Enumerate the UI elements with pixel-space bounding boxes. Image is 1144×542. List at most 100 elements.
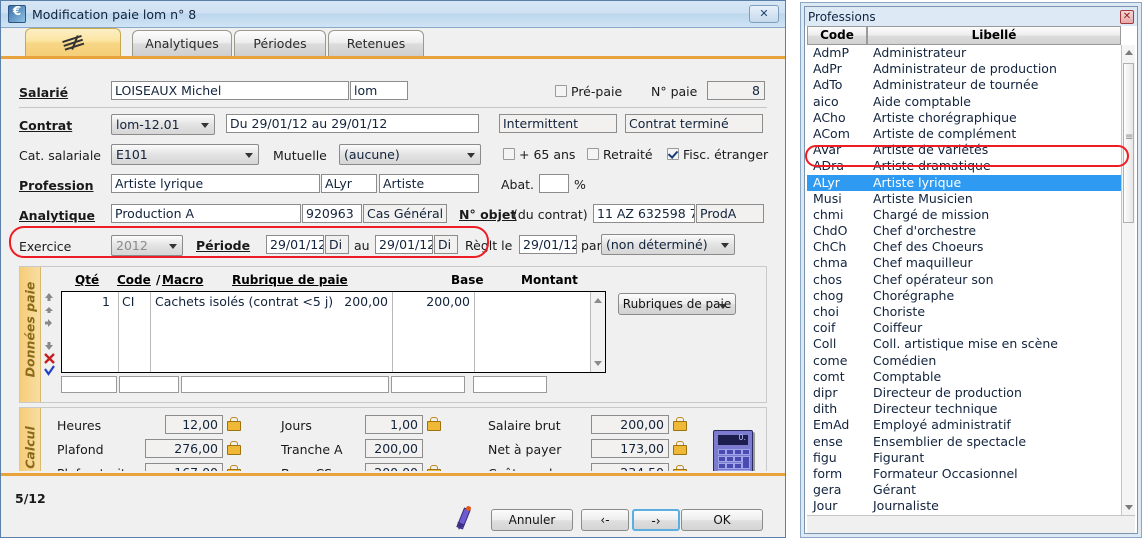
fisc-etranger-checkbox[interactable] [667,148,679,160]
arrow-up-small-icon[interactable] [43,305,55,315]
list-item[interactable]: dith Directeur technique [807,401,1135,417]
list-item-label: Artiste chorégraphique [873,109,1017,125]
entry-montant-input[interactable] [473,376,547,393]
arrow-right-small-icon[interactable] [43,318,55,328]
mutuelle-select[interactable]: (aucune) [339,144,481,165]
no-paie-input[interactable]: 8 [707,81,765,100]
list-item[interactable]: aico Aide comptable [807,94,1135,110]
arrow-down-icon[interactable] [43,341,55,351]
list-item[interactable]: ALyr Artiste lyrique [807,174,1135,191]
list-item[interactable]: AVar Artiste de variétés [807,142,1135,158]
delete-icon[interactable] [43,353,55,364]
list-item[interactable]: choi Choriste [807,304,1135,320]
retraite-checkbox[interactable] [587,148,599,160]
list-item[interactable]: ChCh Chef des Choeurs [807,239,1135,255]
salaire-brut-label: Salaire brut [488,418,561,433]
rubriques-de-paie-button[interactable]: Rubriques de paie [618,293,736,315]
professions-scrollbar[interactable] [1121,45,1135,515]
professions-list[interactable]: AdmP Administrateur AdPr Administrateur de … [807,45,1135,515]
tab-analytiques[interactable]: Analytiques [132,30,232,56]
prepaie-checkbox[interactable] [555,85,567,97]
periode-au-input[interactable]: 29/01/12 [375,235,433,254]
entry-code-input[interactable] [119,376,179,393]
list-item[interactable]: ACom Artiste de complément [807,126,1135,142]
tranche-a-value: 200,00 [365,439,423,458]
list-item[interactable]: come Comédien [807,353,1135,369]
list-item[interactable]: AdmP Administrateur [807,45,1135,61]
salarie-input[interactable]: LOISEAUX Michel [111,81,349,100]
list-item[interactable]: gera Gérant [807,482,1135,498]
objet-label: N° objet [459,207,517,222]
cat-salariale-select[interactable]: E101 [111,144,259,165]
analytique-code-input[interactable]: 920963 [302,204,362,223]
scroll-down-icon[interactable] [594,361,602,366]
tab-analytiques-label: Analytiques [145,36,219,51]
pay-slip-icon [60,35,86,51]
periode-du-input[interactable]: 29/01/12 [266,235,324,254]
list-item[interactable]: chmi Chargé de mission [807,207,1135,223]
lock-icon [427,417,441,431]
previous-button[interactable]: ‹- [581,509,629,531]
scroll-up-icon[interactable] [1125,50,1133,55]
grid-scrollbar[interactable] [590,292,605,372]
header-code[interactable]: Code [807,26,867,45]
list-item[interactable]: Musi Artiste Musicien [807,191,1135,207]
list-item[interactable]: Coll Coll. artistique mise en scène [807,336,1135,352]
list-item-code: Coll [813,336,837,352]
tab-periodes[interactable]: Périodes [234,30,326,56]
profession-code-input[interactable]: ALyr [321,174,377,193]
scroll-up-icon[interactable] [594,298,602,303]
next-button[interactable]: -› [632,509,680,531]
entry-rubrique-input[interactable] [181,376,389,393]
rubriques-grid[interactable]: 1 CI Cachets isolés (contrat <5 j) 200,0… [61,291,606,373]
scrollbar-thumb[interactable] [1123,63,1134,223]
close-icon[interactable]: ✕ [749,5,779,23]
form-body: Salarié LOISEAUX Michel lom Pré-paie N° … [1,59,785,493]
list-item[interactable]: EmAd Employé administratif [807,417,1135,433]
entry-base-input[interactable] [391,376,465,393]
par-select[interactable]: (non déterminé) [601,234,735,255]
entry-qte-input[interactable] [61,376,117,393]
list-item[interactable]: AdPr Administrateur de production [807,61,1135,77]
list-item[interactable]: Jour Journaliste [807,498,1135,514]
list-item[interactable]: ADra Artiste dramatique [807,158,1135,174]
list-item[interactable]: chma Chef maquilleur [807,255,1135,271]
close-icon[interactable]: ✕ [1120,9,1134,24]
list-item[interactable]: ense Ensemblier de spectacle [807,434,1135,450]
ok-button[interactable]: OK [681,509,763,531]
abat-unit-label: % [574,177,586,192]
analytique-input[interactable]: Production A [111,204,301,223]
arrow-up-icon[interactable] [43,292,55,302]
reglt-input[interactable]: 29/01/12 [519,235,577,254]
donnees-paie-section-label: Données paie [22,281,38,378]
contrat-dates-input[interactable]: Du 29/01/12 au 29/01/12 [226,114,479,133]
list-item[interactable]: dipr Directeur de production [807,385,1135,401]
scroll-down-icon[interactable] [1125,505,1133,510]
list-item[interactable]: chog Chorégraphe [807,288,1135,304]
exercice-select[interactable]: 2012 [111,235,183,256]
list-item-label: Directeur de production [873,384,1022,400]
salarie-code-input[interactable]: lom [350,81,408,100]
objet-code-field: ProdA [696,204,764,223]
table-row[interactable]: 1 CI Cachets isolés (contrat <5 j) 200,0… [62,294,592,310]
profession-category-input[interactable]: Artiste [379,174,479,193]
abat-input[interactable] [539,174,569,193]
header-libelle[interactable]: Libellé [867,26,1121,45]
pen-icon[interactable] [453,506,475,532]
plus65-checkbox[interactable] [503,148,515,160]
list-item[interactable]: coif Coiffeur [807,320,1135,336]
tab-paie[interactable] [25,28,121,56]
contrat-select[interactable]: lom-12.01 [111,114,215,135]
list-item[interactable]: ChdO Chef d'orchestre [807,223,1135,239]
list-item[interactable]: chos Chef opérateur son [807,272,1135,288]
list-item[interactable]: ACho Artiste chorégraphique [807,110,1135,126]
list-item[interactable]: AdTo Administrateur de tournée [807,77,1135,93]
validate-icon[interactable] [43,365,55,376]
list-item[interactable]: figu Figurant [807,450,1135,466]
list-item[interactable]: form Formateur Occasionnel [807,466,1135,482]
tab-retenues[interactable]: Retenues [328,30,424,56]
cancel-button[interactable]: Annuler [491,509,573,531]
list-item[interactable]: comt Comptable [807,369,1135,385]
profession-input[interactable]: Artiste lyrique [111,174,320,193]
objet-input[interactable]: 11 AZ 632598 72 [593,204,695,223]
